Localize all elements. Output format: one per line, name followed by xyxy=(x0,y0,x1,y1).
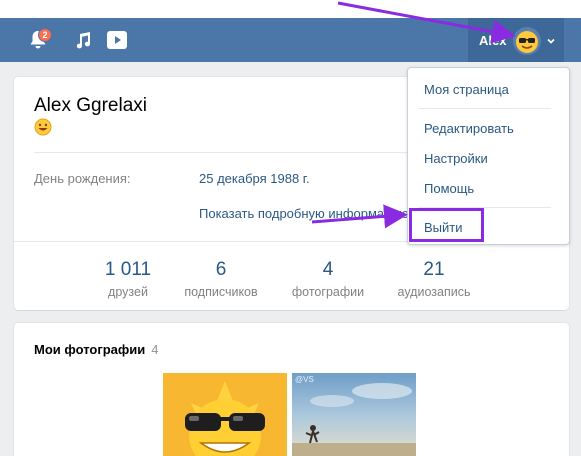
counter-value: 6 xyxy=(215,259,227,280)
video-icon[interactable] xyxy=(104,18,130,62)
menu-item-help[interactable]: Помощь xyxy=(424,181,474,196)
top-strip xyxy=(0,0,581,18)
menu-item-my-page[interactable]: Моя страница xyxy=(424,82,509,97)
photos-card: Мои фотографии 4 @VS xyxy=(14,323,569,456)
profile-counters: 1 011 друзей 6 подписчиков 4 фотографии … xyxy=(14,259,569,305)
counter-label: аудиозапись xyxy=(397,285,471,299)
counter-value: 1 011 xyxy=(104,259,152,280)
counter-label: подписчиков xyxy=(184,285,258,299)
counter-photos[interactable]: 4 фотографии xyxy=(285,259,371,299)
counter-followers[interactable]: 6 подписчиков xyxy=(176,259,266,299)
header-username: Alex xyxy=(479,32,507,48)
menu-item-edit[interactable]: Редактировать xyxy=(424,121,514,136)
counter-audio[interactable]: 21 аудиозапись xyxy=(388,259,480,299)
counter-friends[interactable]: 1 011 друзей xyxy=(98,259,158,299)
birthday-label: День рождения: xyxy=(34,171,131,186)
music-icon[interactable] xyxy=(72,18,94,62)
photo-thumbnail[interactable]: @VS xyxy=(292,373,416,456)
counter-label: фотографии xyxy=(291,285,365,299)
counter-value: 4 xyxy=(322,259,334,280)
photos-title-text: Мои фотографии xyxy=(34,342,146,357)
profile-name: Alex Ggrelaxi xyxy=(34,95,147,116)
show-more-info-link[interactable]: Показать подробную информацию xyxy=(199,206,409,221)
notification-badge: 2 xyxy=(38,28,52,42)
counter-value: 21 xyxy=(423,259,445,280)
smile-emoji-icon xyxy=(34,118,52,139)
header-avatar[interactable] xyxy=(513,27,541,55)
photo-thumbnail[interactable] xyxy=(163,373,287,456)
menu-item-settings[interactable]: Настройки xyxy=(424,151,488,166)
logout-highlight-box xyxy=(409,208,484,242)
counter-label: друзей xyxy=(108,285,148,299)
photos-count: 4 xyxy=(151,342,159,357)
menu-separator xyxy=(418,108,551,109)
birthday-value[interactable]: 25 декабря 1988 г. xyxy=(199,171,310,186)
photos-title[interactable]: Мои фотографии 4 xyxy=(34,342,159,357)
chevron-down-icon[interactable] xyxy=(546,34,556,49)
